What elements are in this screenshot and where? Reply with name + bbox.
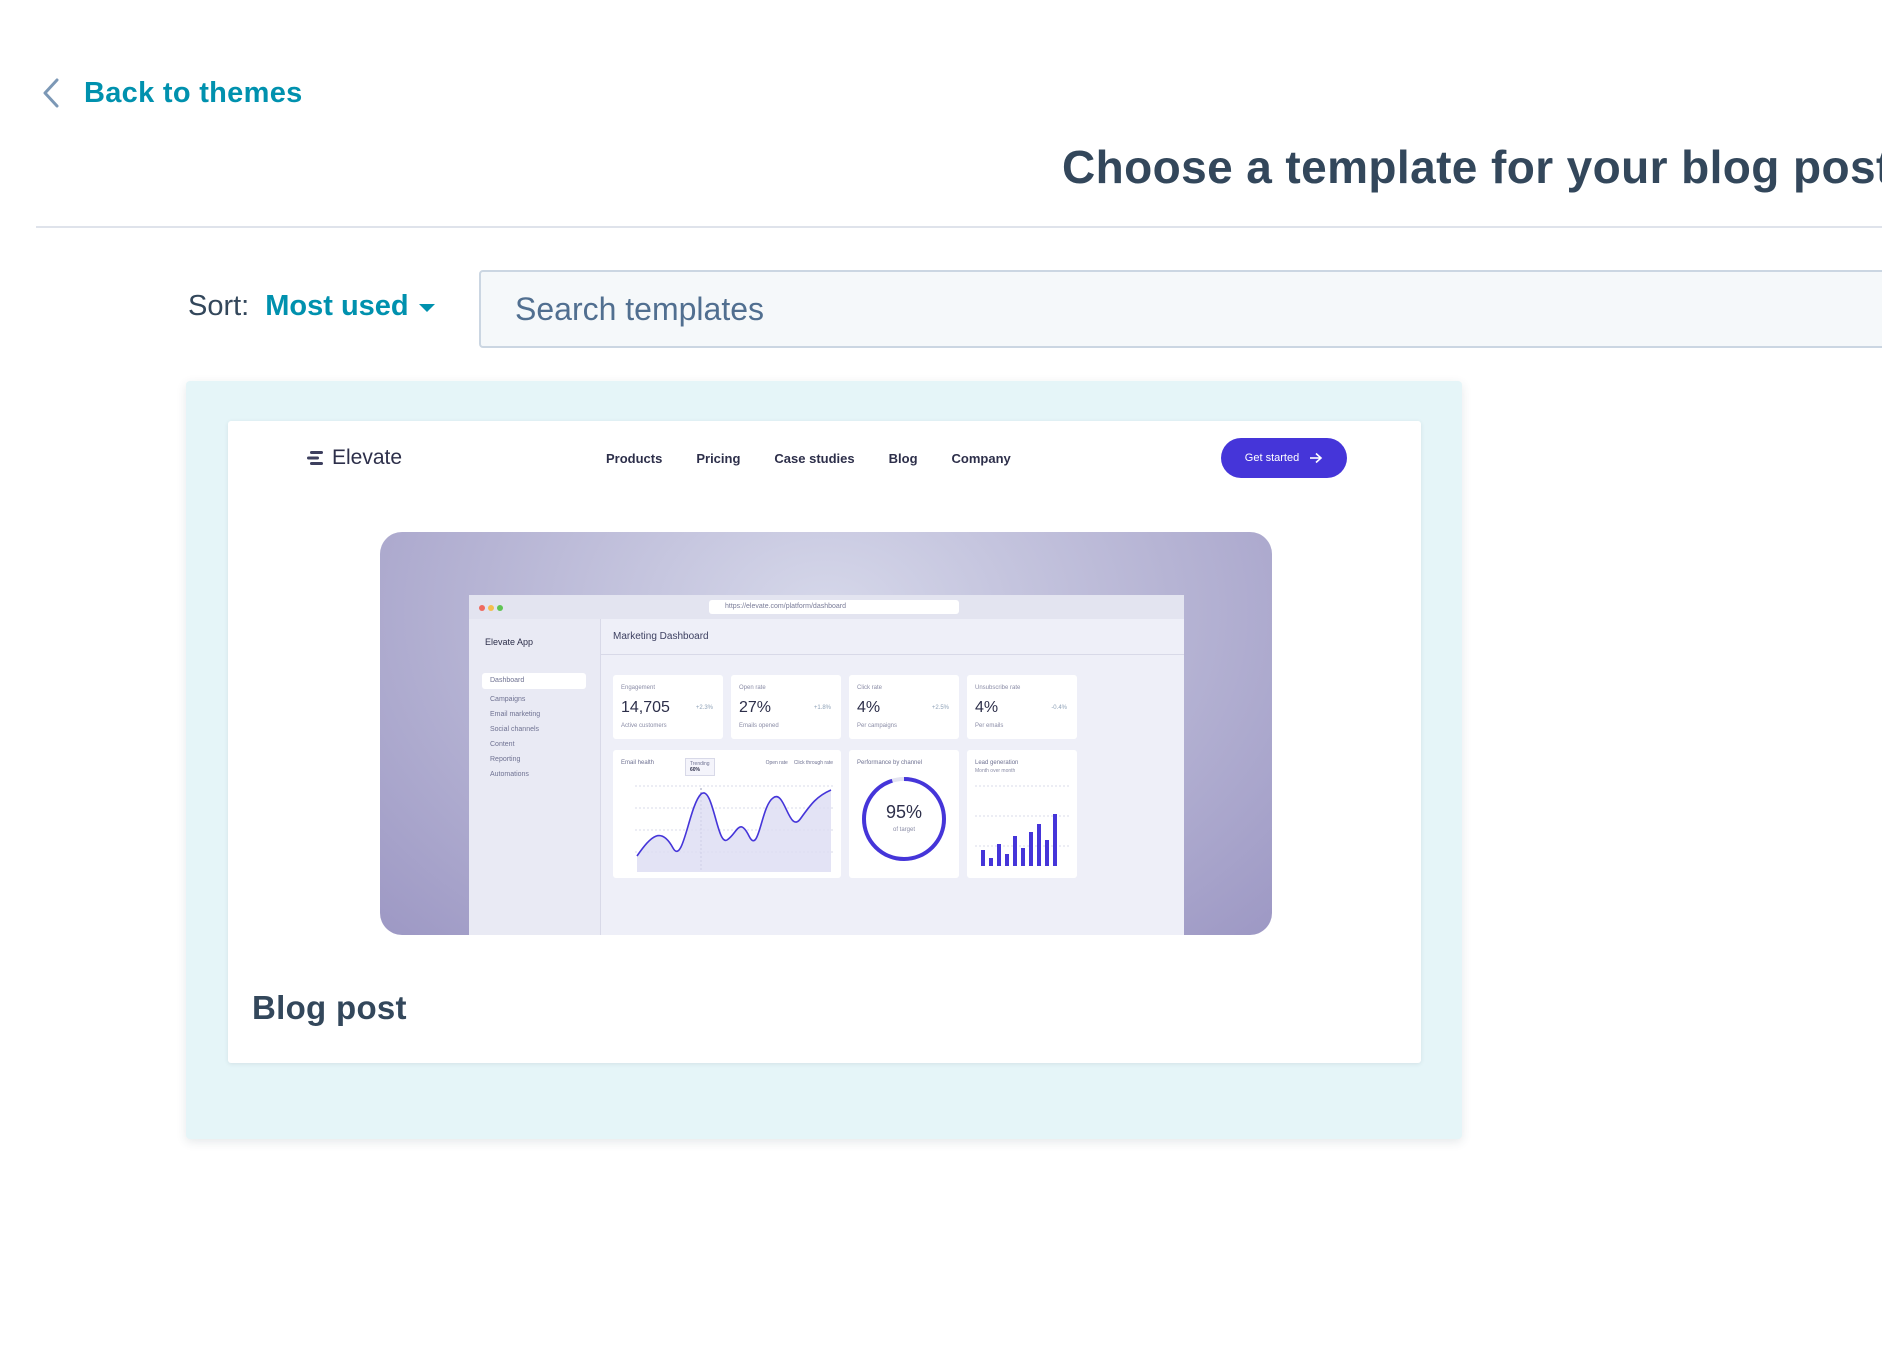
chevron-left-icon [43, 78, 59, 108]
dashboard-menu-item: Automations [490, 771, 529, 778]
kpi-value: 4% [857, 699, 881, 716]
browser-url: https://elevate.com/platform/dashboard [709, 600, 959, 614]
kpi-card: Open rate 27% Emails opened +1.8% [731, 675, 841, 739]
preview-cta-label: Get started [1244, 452, 1300, 464]
lead-generation-panel: Lead generation Month over month [967, 750, 1077, 878]
legend-item: Open rate [765, 760, 788, 766]
sort-value: Most used [265, 290, 409, 322]
kpi-label: Engagement [621, 685, 656, 691]
kpi-delta: +1.8% [813, 705, 831, 711]
sort-dropdown[interactable]: Most used [265, 290, 435, 323]
kpi-value: 14,705 [621, 699, 670, 716]
window-dot [479, 605, 485, 611]
lead-generation-bar-chart [975, 785, 1069, 866]
chart-tooltip: Trending 60% [685, 758, 715, 776]
kpi-delta: +2.5% [931, 705, 949, 711]
dashboard-menu-item: Social channels [490, 726, 540, 733]
dashboard-menu-item: Campaigns [490, 696, 526, 703]
window-dot [497, 605, 503, 611]
template-card[interactable]: Elevate Products Pricing Case studies Bl… [186, 381, 1462, 1139]
preview-brand: Elevate [332, 446, 403, 469]
browser-bar: https://elevate.com/platform/dashboard [469, 595, 1184, 619]
preview-logo: Elevate [306, 446, 402, 470]
kpi-sub: Per campaigns [857, 723, 898, 729]
dashboard-sidebar: Elevate App Dashboard Campaigns Email ma… [469, 619, 601, 935]
lead-generation-sub: Month over month [975, 768, 1016, 774]
kpi-sub: Active customers [621, 723, 667, 729]
caret-down-icon [418, 303, 435, 312]
kpi-sub: Per emails [975, 723, 1004, 729]
dashboard-mockup: https://elevate.com/platform/dashboard E… [469, 595, 1184, 935]
dashboard-app-name: Elevate App [485, 637, 534, 647]
page-title: Choose a template for your blog post [1062, 141, 1882, 193]
preview-nav-item: Products [606, 451, 663, 466]
template-name: Blog post [252, 989, 407, 1026]
kpi-label: Unsubscribe rate [975, 685, 1021, 691]
email-health-title: Email health [621, 760, 655, 766]
preview-nav: Products Pricing Case studies Blog Compa… [606, 451, 1011, 466]
sort-control: Sort: Most used [188, 290, 435, 323]
dashboard-divider [601, 654, 1184, 655]
gauge-sub: of target [892, 827, 915, 833]
dashboard-title: Marketing Dashboard [613, 631, 709, 642]
dashboard-menu-item: Email marketing [490, 711, 541, 718]
tooltip-value: 60% [690, 767, 701, 773]
preview-nav-item: Blog [888, 451, 918, 466]
email-health-line-chart [635, 785, 833, 872]
gauge-value: 95% [885, 802, 923, 822]
kpi-card: Click rate 4% Per campaigns +2.5% [849, 675, 959, 739]
performance-panel: Performance by channel 95% of target [849, 750, 959, 878]
header-divider [36, 226, 1882, 228]
kpi-card: Unsubscribe rate 4% Per emails -0.4% [967, 675, 1077, 739]
elevate-logo-icon [307, 451, 323, 465]
back-to-themes-link[interactable]: Back to themes [40, 76, 303, 110]
kpi-value: 27% [739, 699, 772, 716]
template-card-inner: Elevate Products Pricing Case studies Bl… [228, 421, 1421, 1063]
dashboard-menu-item: Dashboard [482, 673, 586, 689]
dashboard-menu-item: Content [490, 741, 515, 748]
kpi-card: Engagement 14,705 Active customers +2.3% [613, 675, 723, 739]
window-dot [488, 605, 494, 611]
preview-nav-item: Company [951, 451, 1011, 466]
arrow-right-icon [1310, 452, 1323, 464]
preview-nav-item: Case studies [774, 451, 855, 466]
kpi-label: Click rate [857, 685, 883, 691]
preview-hero-image: https://elevate.com/platform/dashboard E… [380, 532, 1272, 935]
kpi-label: Open rate [739, 685, 766, 691]
kpi-value: 4% [975, 699, 999, 716]
back-link-label: Back to themes [84, 76, 303, 109]
kpi-sub: Emails opened [739, 723, 779, 729]
legend-item: Click through rate [793, 760, 833, 766]
performance-title: Performance by channel [857, 760, 923, 766]
dashboard-menu-item: Reporting [490, 756, 521, 763]
preview-get-started-button: Get started [1221, 438, 1347, 478]
kpi-delta: +2.3% [695, 705, 713, 711]
sort-label: Sort: [188, 290, 250, 322]
email-health-panel: Email health Trending 60% Open rate Clic… [613, 750, 841, 878]
preview-nav-item: Pricing [696, 451, 741, 466]
lead-generation-title: Lead generation [975, 760, 1019, 766]
search-input[interactable] [479, 270, 1882, 348]
chart-legend: Open rate Click through rate [766, 760, 833, 766]
kpi-delta: -0.4% [1051, 705, 1067, 711]
